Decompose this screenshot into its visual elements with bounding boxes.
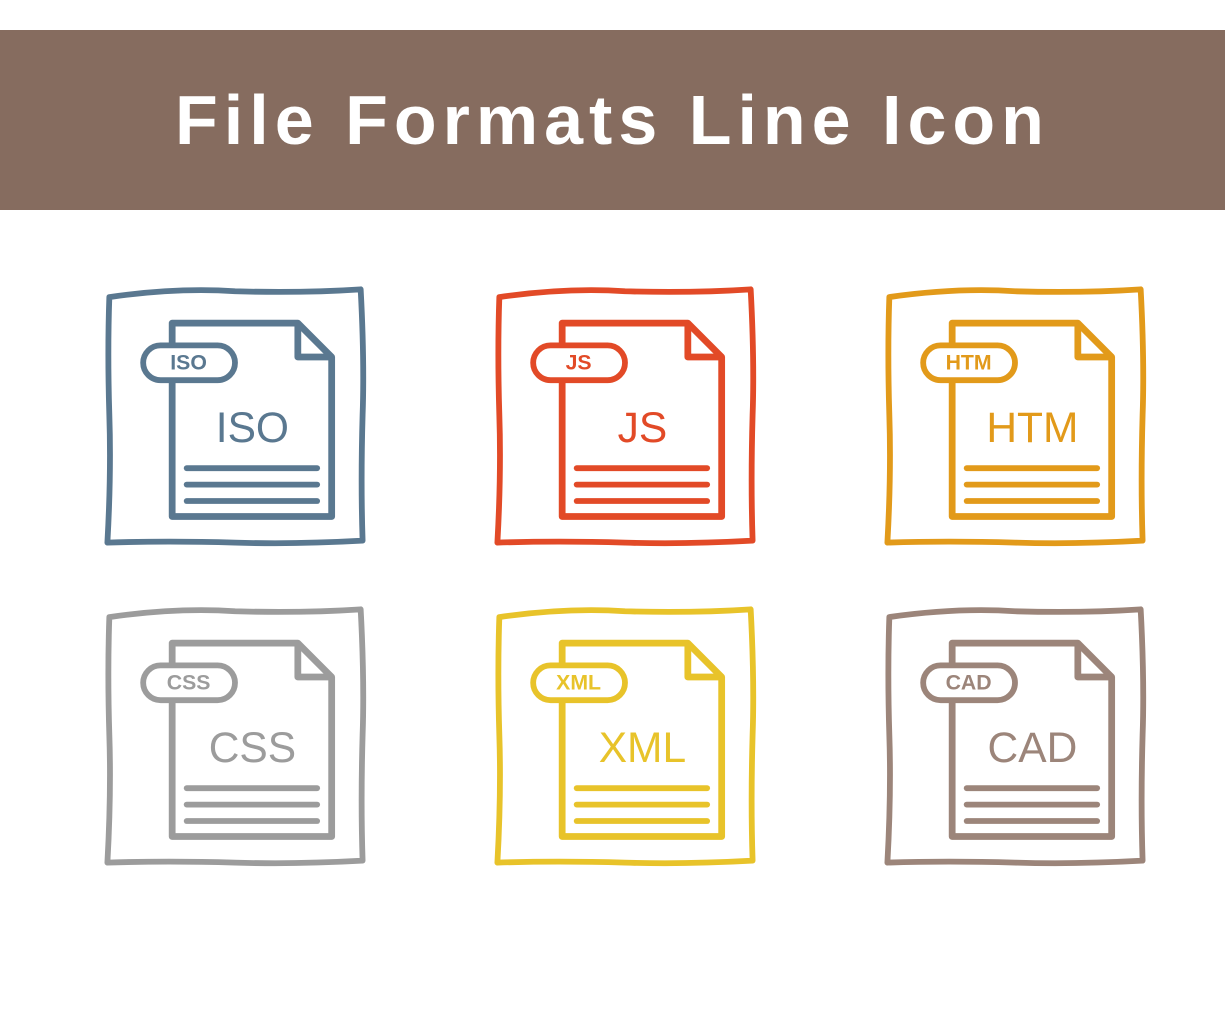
css-file-icon: CSS CSS [90,590,380,880]
js-file-icon: JS JS [480,270,770,560]
badge-label: HTM [946,351,992,375]
badge-label: XML [556,671,601,695]
file-type-label: JS [618,404,668,452]
page-title: File Formats Line Icon [175,80,1050,160]
iso-file-icon-cell: ISO ISO [90,270,380,560]
badge-label: ISO [170,351,207,375]
cad-file-icon-cell: CAD CAD [870,590,1160,880]
htm-file-icon: HTM HTM [870,270,1160,560]
file-type-label: CAD [988,724,1078,772]
badge-label: CSS [167,671,211,695]
iso-file-icon: ISO ISO [90,270,380,560]
icon-grid: ISO ISO JS JS HTM HTM CSS CSS XML XML CAD CAD [0,210,1225,920]
css-file-icon-cell: CSS CSS [90,590,380,880]
xml-file-icon: XML XML [480,590,770,880]
badge-label: JS [566,351,592,375]
header-banner: File Formats Line Icon [0,30,1225,210]
file-type-label: ISO [216,404,289,452]
cad-file-icon: CAD CAD [870,590,1160,880]
htm-file-icon-cell: HTM HTM [870,270,1160,560]
js-file-icon-cell: JS JS [480,270,770,560]
file-type-label: CSS [209,724,296,772]
file-type-label: HTM [986,404,1078,452]
badge-label: CAD [946,671,992,695]
xml-file-icon-cell: XML XML [480,590,770,880]
file-type-label: XML [599,724,686,772]
